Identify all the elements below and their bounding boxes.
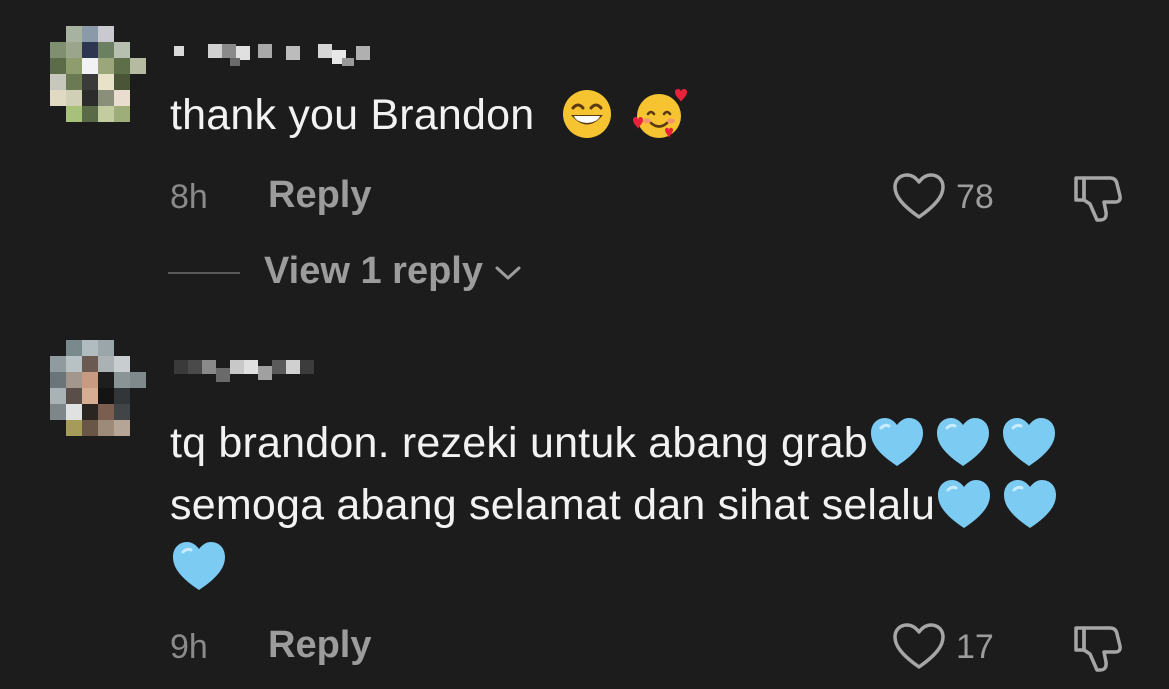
comment-text: thank you Brandon <box>170 84 687 146</box>
smiling-face-with-hearts-emoji <box>632 88 687 138</box>
comment-meta: 8h Reply 78 <box>170 172 1130 222</box>
comment-timestamp: 8h <box>170 178 208 216</box>
comment-item: tq brandon. rezeki untuk abang grab semo… <box>0 320 1169 689</box>
avatar[interactable] <box>50 340 146 444</box>
comment-item: thank you Brandon 8h Reply 78 View 1 rep… <box>0 0 1169 320</box>
light-blue-heart-emoji <box>1002 417 1055 466</box>
avatar[interactable] <box>50 26 146 130</box>
reply-button[interactable]: Reply <box>268 174 371 217</box>
username-redacted[interactable] <box>174 44 374 66</box>
comment-text-content: semoga abang selamat dan sihat selalu <box>170 481 936 529</box>
light-blue-heart-emoji <box>173 541 225 590</box>
view-replies-label: View 1 reply <box>264 250 483 292</box>
comment-line <box>170 536 1059 598</box>
like-heart-icon[interactable] <box>892 172 946 222</box>
comment-line: semoga abang selamat dan sihat selalu <box>170 474 1059 536</box>
dislike-icon[interactable] <box>1070 172 1126 224</box>
light-blue-heart-emoji <box>1004 479 1057 528</box>
grinning-face-emoji <box>562 89 611 138</box>
light-blue-heart-emoji <box>938 479 991 528</box>
comment-text: tq brandon. rezeki untuk abang grab semo… <box>170 412 1059 598</box>
comment-text-content: thank you Brandon <box>170 91 535 139</box>
chevron-down-icon <box>495 266 521 280</box>
like-count: 17 <box>956 628 994 666</box>
comment-meta: 9h Reply 17 <box>170 622 1130 672</box>
reply-button[interactable]: Reply <box>268 624 371 667</box>
username-redacted[interactable] <box>174 360 374 382</box>
comment-timestamp: 9h <box>170 628 208 666</box>
like-count: 78 <box>956 178 994 216</box>
view-replies-button[interactable]: View 1 reply <box>168 248 568 298</box>
replies-divider-line <box>168 272 240 274</box>
light-blue-heart-emoji <box>936 417 989 466</box>
like-heart-icon[interactable] <box>892 622 946 672</box>
comment-text-content: tq brandon. rezeki untuk abang grab <box>170 419 868 467</box>
dislike-icon[interactable] <box>1070 622 1126 674</box>
comments-panel: thank you Brandon 8h Reply 78 View 1 rep… <box>0 0 1169 689</box>
light-blue-heart-emoji <box>870 417 923 466</box>
comment-line: tq brandon. rezeki untuk abang grab <box>170 412 1059 474</box>
